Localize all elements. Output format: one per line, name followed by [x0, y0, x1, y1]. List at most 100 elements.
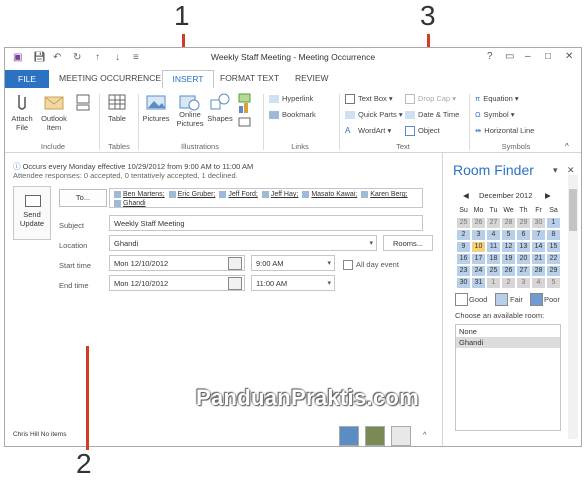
calendar-day[interactable]: 17: [472, 254, 485, 264]
calendar-day[interactable]: 27: [517, 266, 530, 276]
calendar-day[interactable]: 23: [457, 266, 470, 276]
all-day-checkbox[interactable]: All day event: [343, 260, 399, 271]
chevron-down-icon[interactable]: ▾: [369, 236, 373, 251]
calendar-day[interactable]: 7: [532, 230, 545, 240]
symbol-button[interactable]: Ω Symbol ▾: [475, 110, 514, 119]
calendar-day[interactable]: 3: [472, 230, 485, 240]
calendar-day[interactable]: 28: [532, 266, 545, 276]
calendar-day[interactable]: 24: [472, 266, 485, 276]
tab-review[interactable]: REVIEW: [295, 73, 329, 83]
calendar-day[interactable]: 5: [502, 230, 515, 240]
tab-insert[interactable]: INSERT: [162, 70, 214, 89]
calendar-day[interactable]: 1: [487, 278, 500, 288]
calendar-day[interactable]: 3: [517, 278, 530, 288]
calendar-day[interactable]: 21: [532, 254, 545, 264]
calendar-day[interactable]: 9: [457, 242, 470, 252]
rooms-button[interactable]: Rooms...: [383, 235, 433, 251]
calendar-day[interactable]: 6: [517, 230, 530, 240]
avatar[interactable]: [339, 426, 359, 446]
calendar-day[interactable]: 12: [502, 242, 515, 252]
calendar-day[interactable]: 29: [517, 218, 530, 228]
calendar-day[interactable]: 8: [547, 230, 560, 240]
ribbon-display-button[interactable]: ▭: [505, 51, 514, 62]
maximize-button[interactable]: □: [545, 51, 551, 62]
calendar-day[interactable]: 25: [487, 266, 500, 276]
pane-scrollbar[interactable]: [568, 175, 578, 439]
calendar-day[interactable]: 11: [487, 242, 500, 252]
business-card-icon[interactable]: [75, 92, 93, 112]
object-button[interactable]: Object: [405, 126, 440, 137]
end-time-field[interactable]: 11:00 AM ▾: [251, 275, 335, 291]
attendee[interactable]: Jeff Ford;: [219, 190, 257, 199]
avatar[interactable]: [365, 426, 385, 446]
calendar-day[interactable]: 28: [502, 218, 515, 228]
calendar-day[interactable]: 20: [517, 254, 530, 264]
calendar-day[interactable]: 13: [517, 242, 530, 252]
calendar-day[interactable]: 29: [547, 266, 560, 276]
calendar-day[interactable]: 31: [472, 278, 485, 288]
to-button[interactable]: To...: [59, 189, 107, 207]
pictures-button[interactable]: Pictures: [139, 114, 173, 123]
shapes-button[interactable]: Shapes: [205, 114, 235, 123]
attendee[interactable]: Ben Martens;: [114, 190, 165, 199]
collapse-ribbon-icon[interactable]: ^: [565, 142, 569, 151]
calendar-day[interactable]: 15: [547, 242, 560, 252]
table-button[interactable]: Table: [103, 114, 131, 123]
location-field[interactable]: Ghandi ▾: [109, 235, 377, 251]
room-item[interactable]: None: [456, 326, 560, 337]
chevron-down-icon[interactable]: ▾: [327, 276, 331, 291]
drop-cap-button[interactable]: Drop Cap ▾: [405, 94, 456, 105]
tab-file[interactable]: FILE: [5, 70, 49, 88]
calendar-day[interactable]: 26: [502, 266, 515, 276]
calendar-day[interactable]: 2: [457, 230, 470, 240]
attendees-field[interactable]: Ben Martens; Eric Gruber; Jeff Ford; Jeff H…: [109, 188, 423, 208]
attendee[interactable]: Masato Kawai;: [302, 190, 357, 199]
calendar-day[interactable]: 18: [487, 254, 500, 264]
bookmark-button[interactable]: Bookmark: [269, 110, 316, 120]
attendee[interactable]: Ghandi: [114, 199, 146, 208]
calendar-day[interactable]: 4: [487, 230, 500, 240]
calendar-icon[interactable]: [228, 257, 242, 270]
minimize-button[interactable]: –: [525, 51, 531, 62]
attach-file-button[interactable]: Attach File: [7, 114, 37, 132]
start-time-field[interactable]: 9:00 AM ▾: [251, 255, 335, 271]
tab-meeting-occurrence[interactable]: MEETING OCCURRENCE: [59, 73, 161, 83]
room-item-selected[interactable]: Ghandi: [456, 337, 560, 348]
text-box-button[interactable]: Text Box ▾: [345, 94, 393, 105]
wordart-button[interactable]: A WordArt ▾: [345, 126, 391, 135]
calendar-day[interactable]: 26: [472, 218, 485, 228]
calendar-day[interactable]: 25: [457, 218, 470, 228]
send-update-button[interactable]: Send Update: [13, 186, 51, 240]
chevron-down-icon[interactable]: ▾: [327, 256, 331, 271]
avatar[interactable]: [391, 426, 411, 446]
start-date-field[interactable]: Mon 12/10/2012: [109, 255, 245, 271]
date-time-button[interactable]: Date & Time: [405, 110, 459, 120]
attendee[interactable]: Jeff Hay;: [262, 190, 299, 199]
help-button[interactable]: ?: [487, 51, 493, 62]
expand-people-icon[interactable]: ^: [423, 432, 426, 439]
calendar-day[interactable]: 30: [457, 278, 470, 288]
calendar-icon[interactable]: [228, 277, 242, 290]
equation-button[interactable]: π Equation ▾: [475, 94, 519, 103]
hyperlink-button[interactable]: Hyperlink: [269, 94, 313, 104]
pane-options-icon[interactable]: ▾: [553, 165, 558, 176]
subject-field[interactable]: Weekly Staff Meeting: [109, 215, 423, 231]
outlook-item-button[interactable]: Outlook Item: [37, 114, 71, 132]
smartart-icon[interactable]: [237, 92, 253, 127]
calendar-day[interactable]: 5: [547, 278, 560, 288]
end-date-field[interactable]: Mon 12/10/2012: [109, 275, 245, 291]
calendar-day[interactable]: 4: [532, 278, 545, 288]
calendar-day[interactable]: 1: [547, 218, 560, 228]
calendar-day[interactable]: 22: [547, 254, 560, 264]
attendee[interactable]: Karen Berg;: [361, 190, 407, 199]
calendar-day[interactable]: 19: [502, 254, 515, 264]
next-month-icon[interactable]: ▶: [545, 191, 551, 200]
calendar-day[interactable]: 27: [487, 218, 500, 228]
online-pictures-button[interactable]: Online Pictures: [173, 110, 207, 128]
attendee[interactable]: Eric Gruber;: [169, 190, 216, 199]
scrollbar-thumb[interactable]: [569, 189, 577, 231]
close-button[interactable]: ✕: [565, 51, 573, 62]
prev-month-icon[interactable]: ◀: [463, 191, 469, 200]
calendar-day[interactable]: 10: [472, 242, 485, 252]
calendar-day[interactable]: 2: [502, 278, 515, 288]
